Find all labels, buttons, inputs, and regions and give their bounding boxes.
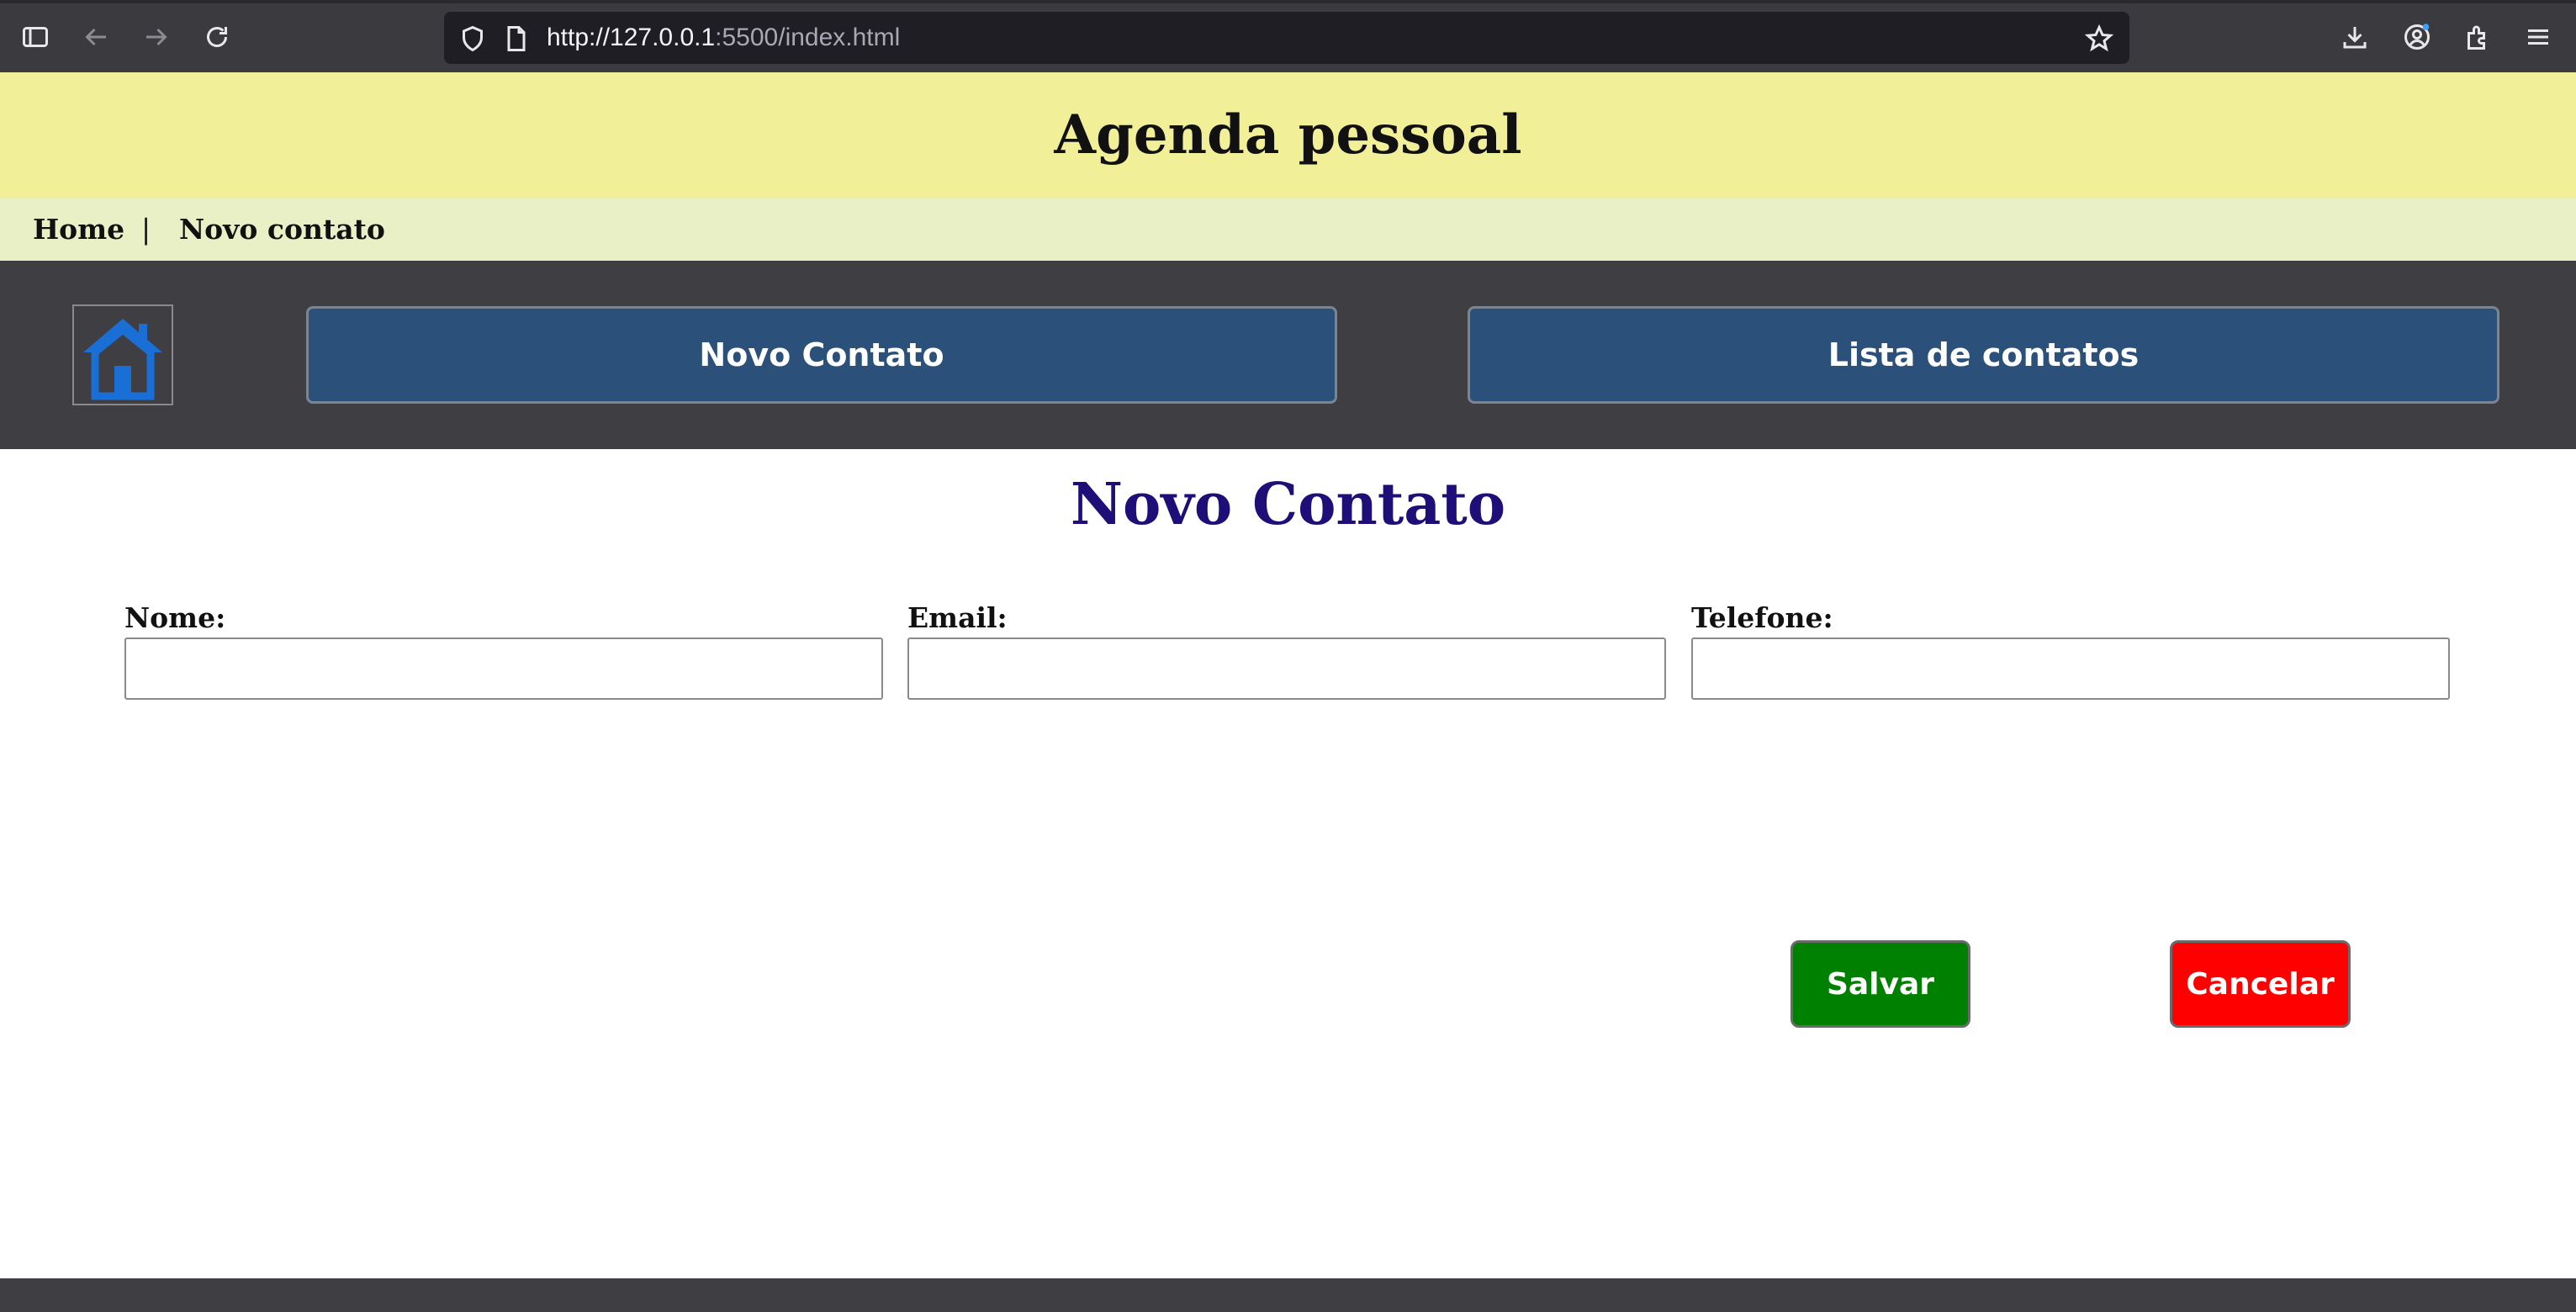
phone-field: Telefone: xyxy=(1691,599,2450,700)
breadcrumb-separator: | xyxy=(141,213,151,246)
home-icon xyxy=(83,319,162,400)
page-icon xyxy=(496,19,537,59)
sidebar-toggle-icon[interactable] xyxy=(15,17,56,57)
cancel-button[interactable]: Cancelar xyxy=(2170,940,2351,1028)
name-input[interactable] xyxy=(124,637,883,700)
window-top-edge xyxy=(0,0,2576,3)
name-label: Nome: xyxy=(124,601,226,634)
shield-icon[interactable] xyxy=(452,19,493,59)
browser-toolbar: http://127.0.0.1:5500/index.html xyxy=(0,0,2576,72)
breadcrumb-home-link[interactable]: Home xyxy=(33,198,124,261)
footer-bar xyxy=(0,1278,2576,1312)
reload-icon[interactable] xyxy=(197,17,237,57)
downloads-icon[interactable] xyxy=(2335,17,2375,57)
extensions-icon[interactable] xyxy=(2457,17,2498,57)
contact-list-nav-button[interactable]: Lista de contatos xyxy=(1468,306,2499,404)
breadcrumb-current: Novo contato xyxy=(179,213,385,246)
url-path: :5500/index.html xyxy=(715,24,901,51)
back-arrow-icon[interactable] xyxy=(76,17,116,57)
forward-arrow-icon[interactable] xyxy=(136,17,177,57)
email-label: Email: xyxy=(907,601,1008,634)
phone-label: Telefone: xyxy=(1691,601,1833,634)
bookmark-star-icon[interactable] xyxy=(2079,19,2119,59)
site-header: Agenda pessoal xyxy=(0,72,2576,198)
url-host: http://127.0.0.1 xyxy=(547,24,716,51)
menu-icon[interactable] xyxy=(2518,17,2558,57)
url-bar[interactable]: http://127.0.0.1:5500/index.html xyxy=(444,12,2129,64)
nav-bar: Novo Contato Lista de contatos xyxy=(0,261,2576,449)
new-contact-nav-button[interactable]: Novo Contato xyxy=(306,306,1337,404)
site-title: Agenda pessoal xyxy=(1054,103,1522,167)
email-field: Email: xyxy=(907,599,1666,700)
save-button[interactable]: Salvar xyxy=(1791,940,1970,1028)
home-button[interactable] xyxy=(72,304,173,405)
form-title: Novo Contato xyxy=(1070,471,1506,538)
url-text[interactable]: http://127.0.0.1:5500/index.html xyxy=(547,12,900,64)
name-field: Nome: xyxy=(124,599,883,700)
breadcrumb: Home | Novo contato xyxy=(0,198,2576,261)
phone-input[interactable] xyxy=(1691,637,2450,700)
account-icon[interactable] xyxy=(2397,17,2437,57)
email-input[interactable] xyxy=(907,637,1666,700)
